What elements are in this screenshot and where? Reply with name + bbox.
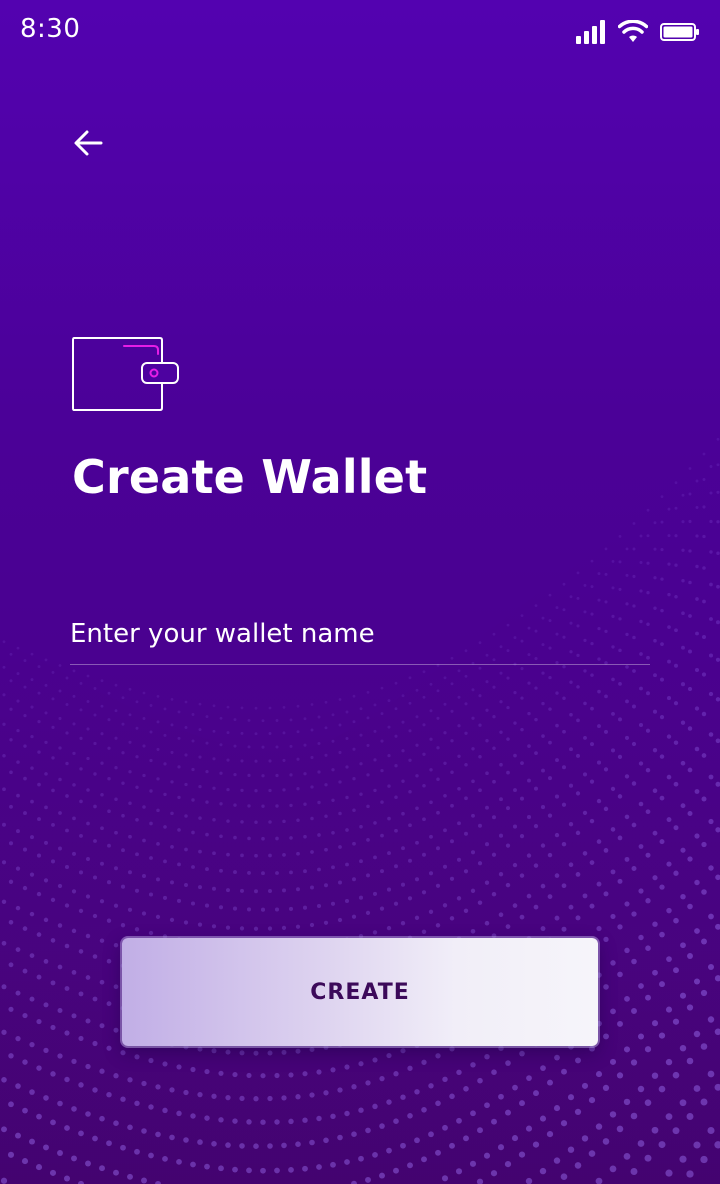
- status-bar: 8:30: [0, 0, 720, 64]
- page-title: Create Wallet: [72, 450, 428, 504]
- wallet-name-input[interactable]: [70, 604, 650, 665]
- create-button[interactable]: CREATE: [122, 938, 598, 1046]
- status-icons: [576, 19, 700, 44]
- back-button[interactable]: [66, 120, 112, 166]
- battery-icon: [660, 20, 700, 44]
- status-time: 8:30: [20, 14, 81, 44]
- arrow-left-icon: [74, 130, 103, 156]
- wallet-icon: [72, 337, 179, 411]
- create-wallet-screen: 8:30 Create Wallet Enter your wallet nam…: [0, 0, 720, 1184]
- wifi-icon: [617, 19, 649, 44]
- signal-icon: [576, 20, 606, 44]
